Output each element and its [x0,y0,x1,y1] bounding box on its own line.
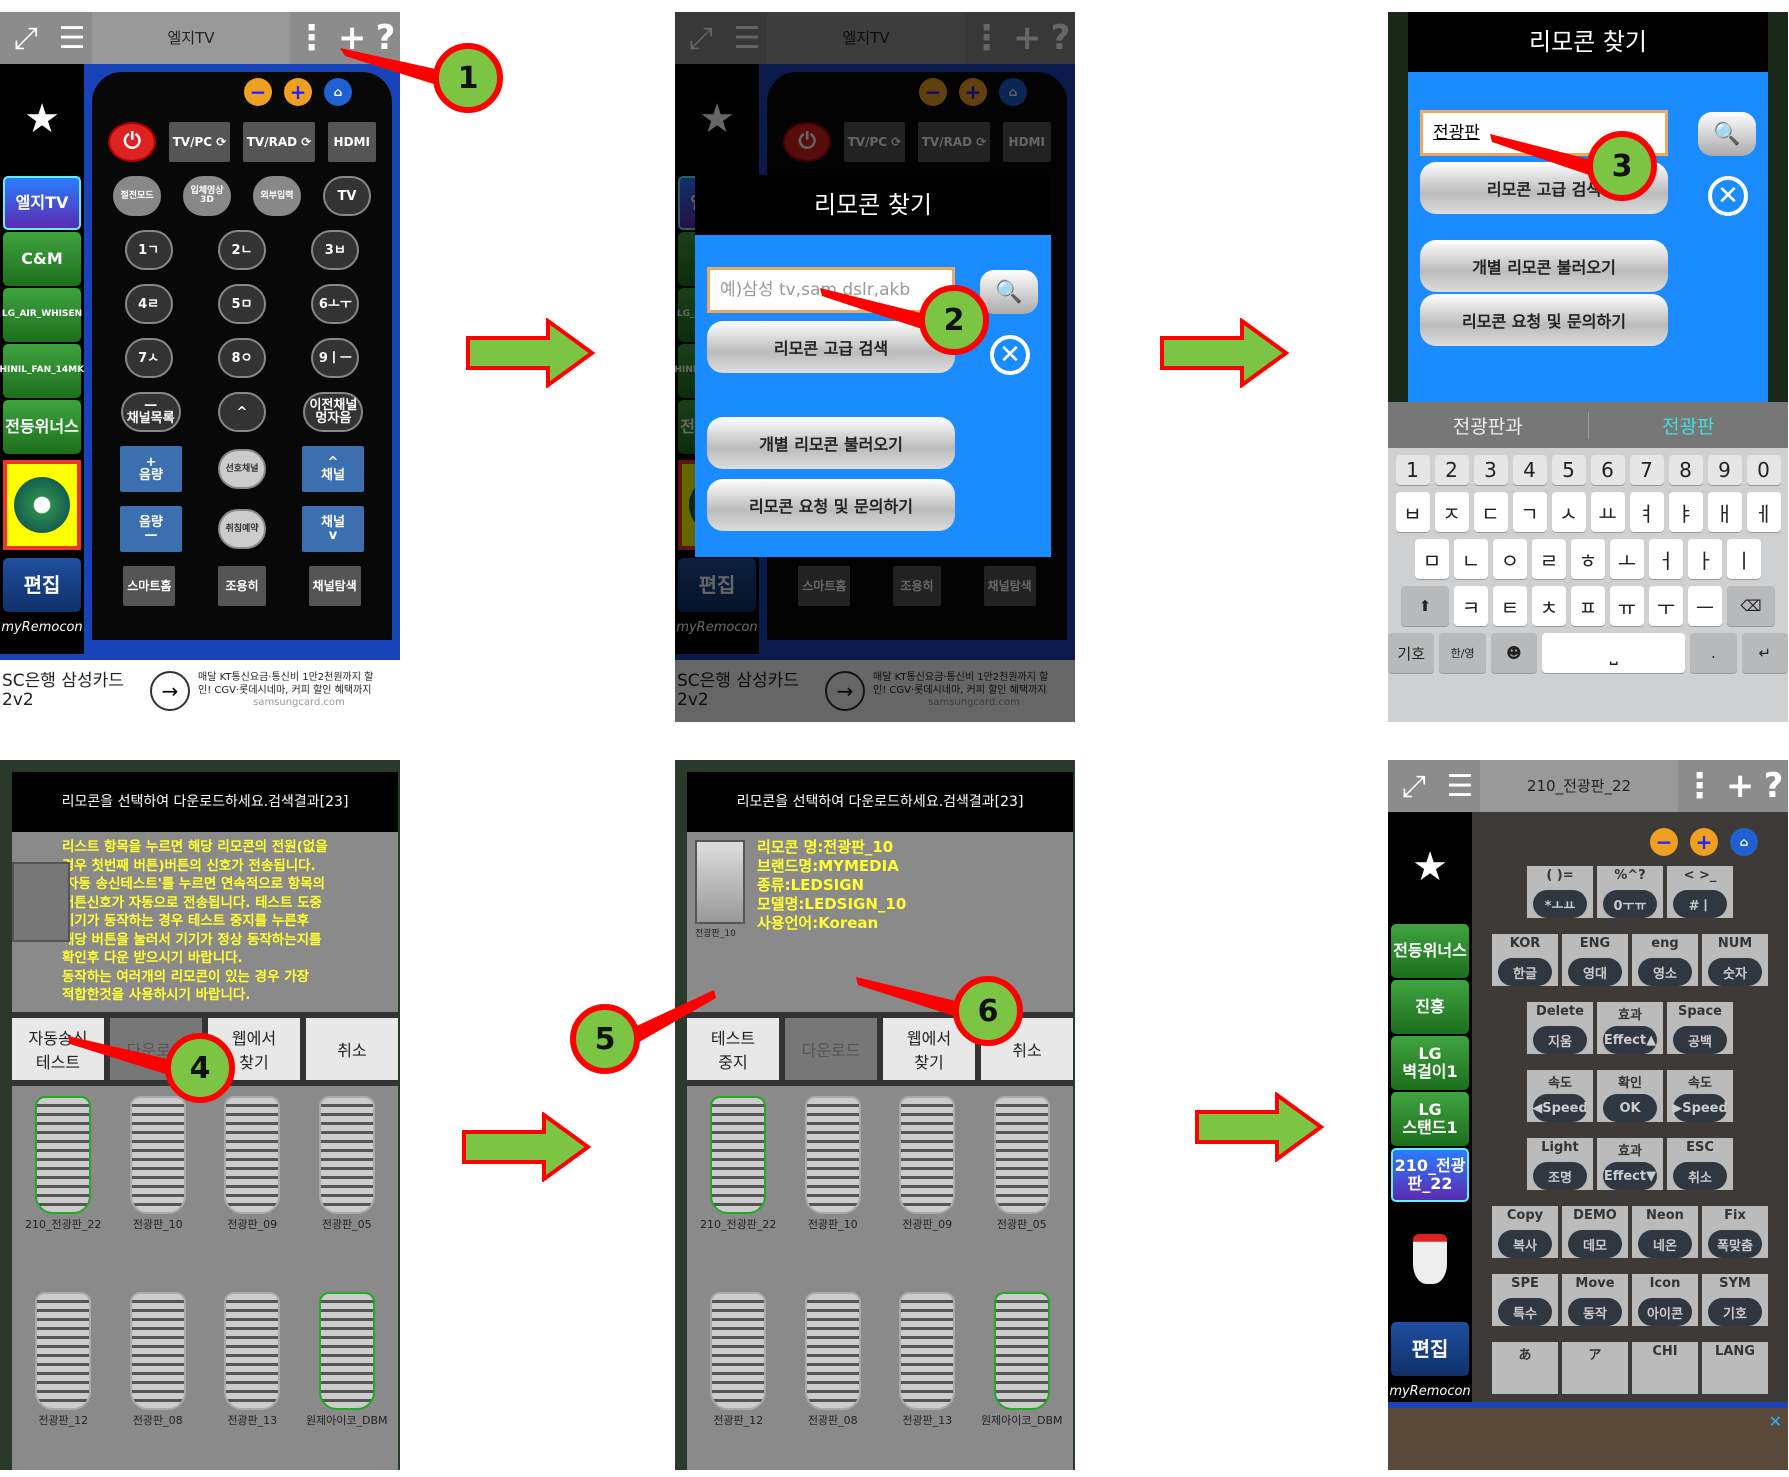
step-callout-5: 5 [570,1004,640,1074]
callout-pointers [68,48,1592,1076]
step-callout-1: 1 [433,43,503,113]
step-callout-3: 3 [1587,131,1657,201]
step-callout-6: 6 [953,976,1023,1046]
step-callout-2: 2 [919,285,989,355]
step-callout-4: 4 [165,1033,235,1103]
